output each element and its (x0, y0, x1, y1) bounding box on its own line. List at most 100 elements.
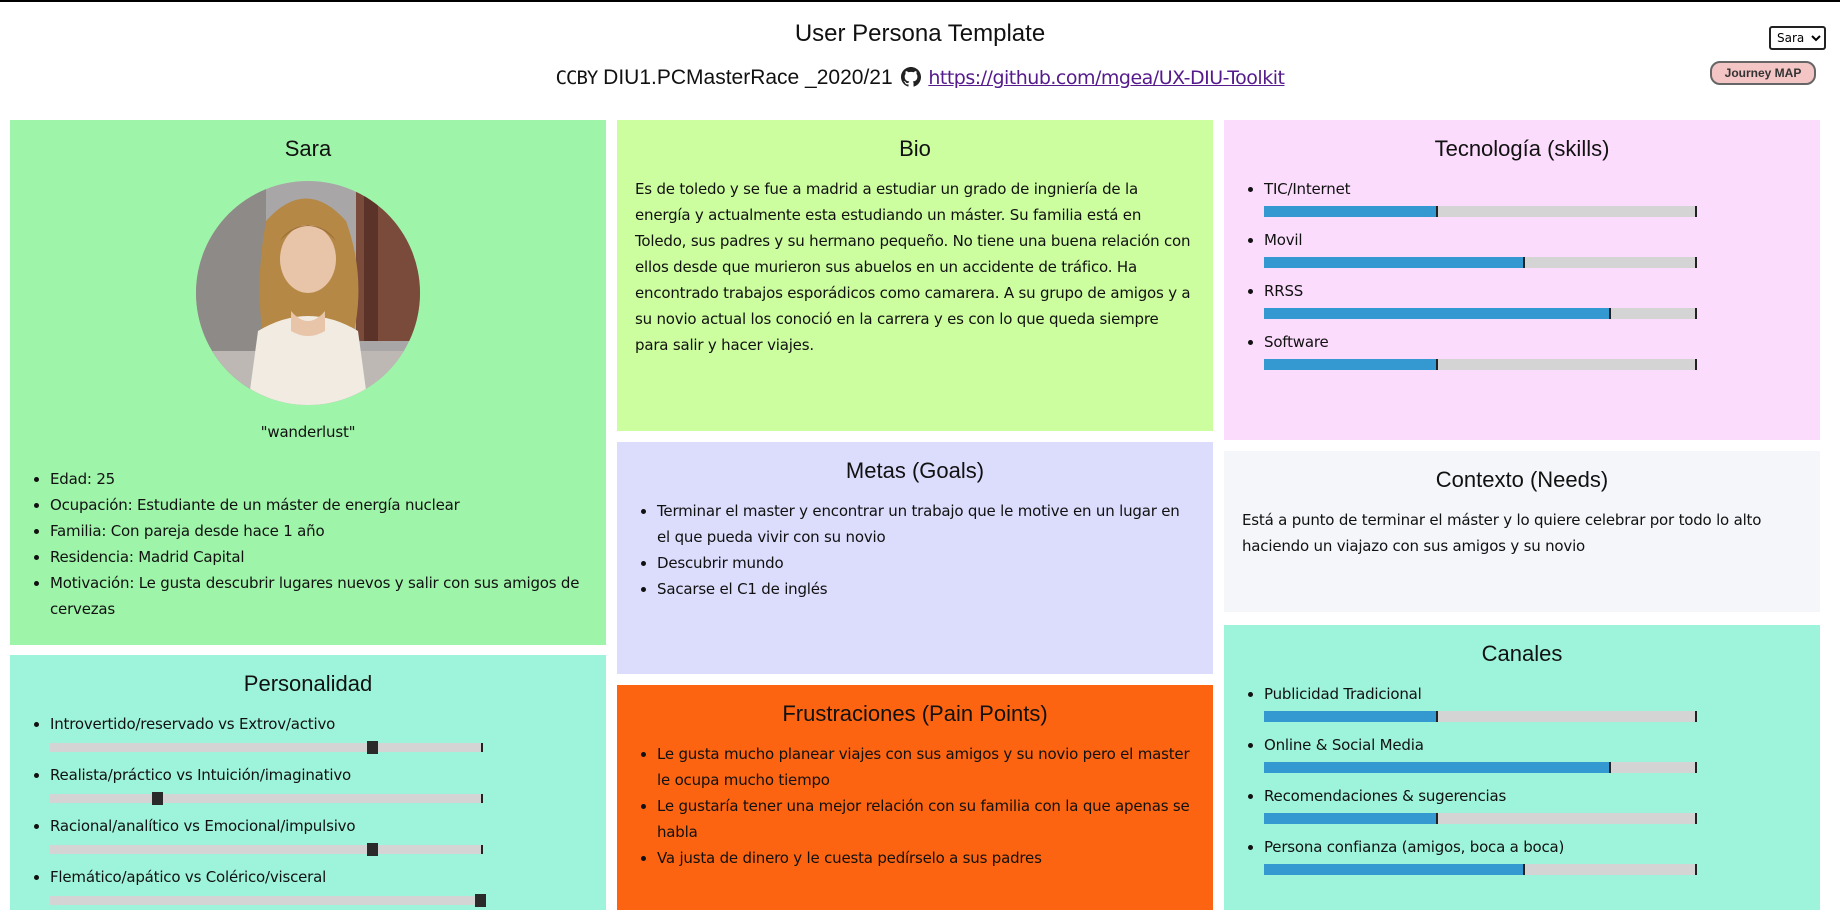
slider-knob (151, 792, 163, 805)
channel-item-bar (1264, 762, 1697, 773)
skill-item-label: Movil (1264, 231, 1303, 249)
bar-fill (1264, 308, 1609, 319)
detail-motivation: Motivación: Le gusta descubrir lugares n… (50, 570, 590, 622)
bar-marker (1608, 762, 1611, 773)
goals-card: Metas (Goals) Terminar el master y encon… (617, 442, 1213, 674)
toolkit-link[interactable]: https://github.com/mgea/UX-DIU-Toolkit (928, 67, 1285, 89)
bar-marker (1436, 206, 1439, 217)
channel-item: Persona confianza (amigos, boca a boca) (1264, 834, 1804, 875)
project-name: DIU1.PCMasterRace _2020/21 (603, 66, 893, 89)
slider-knob (475, 894, 486, 907)
channel-item-bar (1264, 711, 1697, 722)
personality-slider (50, 843, 483, 856)
personality-label: Introvertido/reservado vs Extrov/activo (50, 715, 336, 733)
bar-fill (1264, 711, 1437, 722)
channel-item: Online & Social Media (1264, 732, 1804, 773)
channel-item-label: Publicidad Tradicional (1264, 685, 1422, 703)
frustrations-list: Le gusta mucho planear viajes con sus am… (617, 741, 1213, 871)
bar-fill (1264, 206, 1437, 217)
bar-fill (1264, 257, 1523, 268)
detail-age: Edad: 25 (50, 466, 590, 492)
skill-item: Movil (1264, 227, 1804, 268)
avatar (196, 181, 420, 405)
channels-list: Publicidad Tradicional Online & Social Me… (1224, 681, 1820, 875)
personality-label: Racional/analítico vs Emocional/impulsiv… (50, 817, 356, 835)
personality-card: Personalidad Introvertido/reservado vs E… (10, 655, 606, 910)
skill-item-bar (1264, 308, 1697, 319)
personality-slider (50, 741, 483, 754)
channel-item: Recomendaciones & sugerencias (1264, 783, 1804, 824)
skills-title: Tecnología (skills) (1434, 136, 1610, 161)
bar-fill (1264, 359, 1437, 370)
context-card: Contexto (Needs) Está a punto de termina… (1224, 451, 1820, 612)
goals-list: Terminar el master y encontrar un trabaj… (617, 498, 1213, 602)
personality-label: Realista/práctico vs Intuición/imaginati… (50, 766, 351, 784)
channel-item: Publicidad Tradicional (1264, 681, 1804, 722)
bio-title: Bio (899, 136, 931, 161)
bar-fill (1264, 813, 1437, 824)
page-subtitle: CCBY DIU1.PCMasterRace _2020/21 https://… (0, 66, 1840, 90)
bar-marker (1436, 359, 1439, 370)
avatar-photo (196, 181, 420, 405)
frustration-item: Va justa de dinero y le cuesta pedírselo… (657, 845, 1197, 871)
skill-item-label: Software (1264, 333, 1329, 351)
journey-map-button[interactable]: Journey MAP (1710, 61, 1816, 85)
profile-details: Edad: 25 Ocupación: Estudiante de un más… (10, 466, 606, 622)
skill-item-bar (1264, 359, 1697, 370)
personality-list: Introvertido/reservado vs Extrov/activo R… (10, 711, 606, 907)
bio-text: Es de toledo y se fue a madrid a estudia… (635, 180, 1191, 354)
skills-list: TIC/Internet Movil RRSS Software (1224, 176, 1820, 370)
personality-title: Personalidad (243, 671, 373, 696)
profile-card: Sara "wanderlust" Edad: 25 Ocupación: Es… (10, 120, 606, 645)
skill-item-label: RRSS (1264, 282, 1304, 300)
profile-quote: "wanderlust" (260, 423, 356, 441)
skill-item: RRSS (1264, 278, 1804, 319)
frustration-item: Le gusta mucho planear viajes con sus am… (657, 741, 1197, 793)
skills-card: Tecnología (skills) TIC/Internet Movil RRS… (1224, 120, 1820, 440)
skill-item-label: TIC/Internet (1264, 180, 1351, 198)
frustrations-card: Frustraciones (Pain Points) Le gusta muc… (617, 685, 1213, 910)
goal-item: Terminar el master y encontrar un trabaj… (657, 498, 1197, 550)
slider-knob (367, 843, 379, 856)
channel-item-bar (1264, 813, 1697, 824)
bar-marker (1608, 308, 1611, 319)
bar-fill (1264, 864, 1523, 875)
bar-fill (1264, 762, 1609, 773)
persona-select[interactable]: Sara (1769, 26, 1826, 50)
channel-item-label: Persona confianza (amigos, boca a boca) (1264, 838, 1565, 856)
page-title: User Persona Template (794, 20, 1046, 47)
personality-slider (50, 792, 483, 805)
detail-family: Familia: Con pareja desde hace 1 año (50, 518, 590, 544)
skill-item-bar (1264, 257, 1697, 268)
bar-marker (1436, 813, 1439, 824)
personality-item: Realista/práctico vs Intuición/imaginati… (50, 762, 590, 805)
frustration-item: Le gustaría tener una mejor relación con… (657, 793, 1197, 845)
channel-item-label: Online & Social Media (1264, 736, 1424, 754)
github-icon (900, 67, 921, 87)
profile-name: Sara (284, 136, 332, 161)
channels-card: Canales Publicidad Tradicional Online & S… (1224, 625, 1820, 910)
goal-item: Sacarse el C1 de inglés (657, 576, 1197, 602)
personality-slider (50, 894, 486, 907)
detail-residence: Residencia: Madrid Capital (50, 544, 590, 570)
detail-occupation: Ocupación: Estudiante de un máster de en… (50, 492, 590, 518)
context-text: Está a punto de terminar el máster y lo … (1242, 511, 1762, 555)
personality-item: Introvertido/reservado vs Extrov/activo (50, 711, 590, 754)
skill-item-bar (1264, 206, 1697, 217)
personality-item: Racional/analítico vs Emocional/impulsiv… (50, 813, 590, 856)
slider-knob (367, 741, 379, 754)
goal-item: Descubrir mundo (657, 550, 1197, 576)
personality-label: Flemático/apático vs Colérico/visceral (50, 868, 327, 886)
bar-marker (1522, 257, 1525, 268)
channel-item-label: Recomendaciones & sugerencias (1264, 787, 1507, 805)
skill-item: Software (1264, 329, 1804, 370)
skill-item: TIC/Internet (1264, 176, 1804, 217)
bio-card: Bio Es de toledo y se fue a madrid a est… (617, 120, 1213, 431)
personality-item: Flemático/apático vs Colérico/visceral (50, 864, 590, 907)
frustrations-title: Frustraciones (Pain Points) (782, 701, 1048, 726)
channel-item-bar (1264, 864, 1697, 875)
channels-title: Canales (1481, 641, 1563, 666)
goals-title: Metas (Goals) (845, 458, 985, 483)
bar-marker (1522, 864, 1525, 875)
context-title: Contexto (Needs) (1435, 467, 1609, 492)
